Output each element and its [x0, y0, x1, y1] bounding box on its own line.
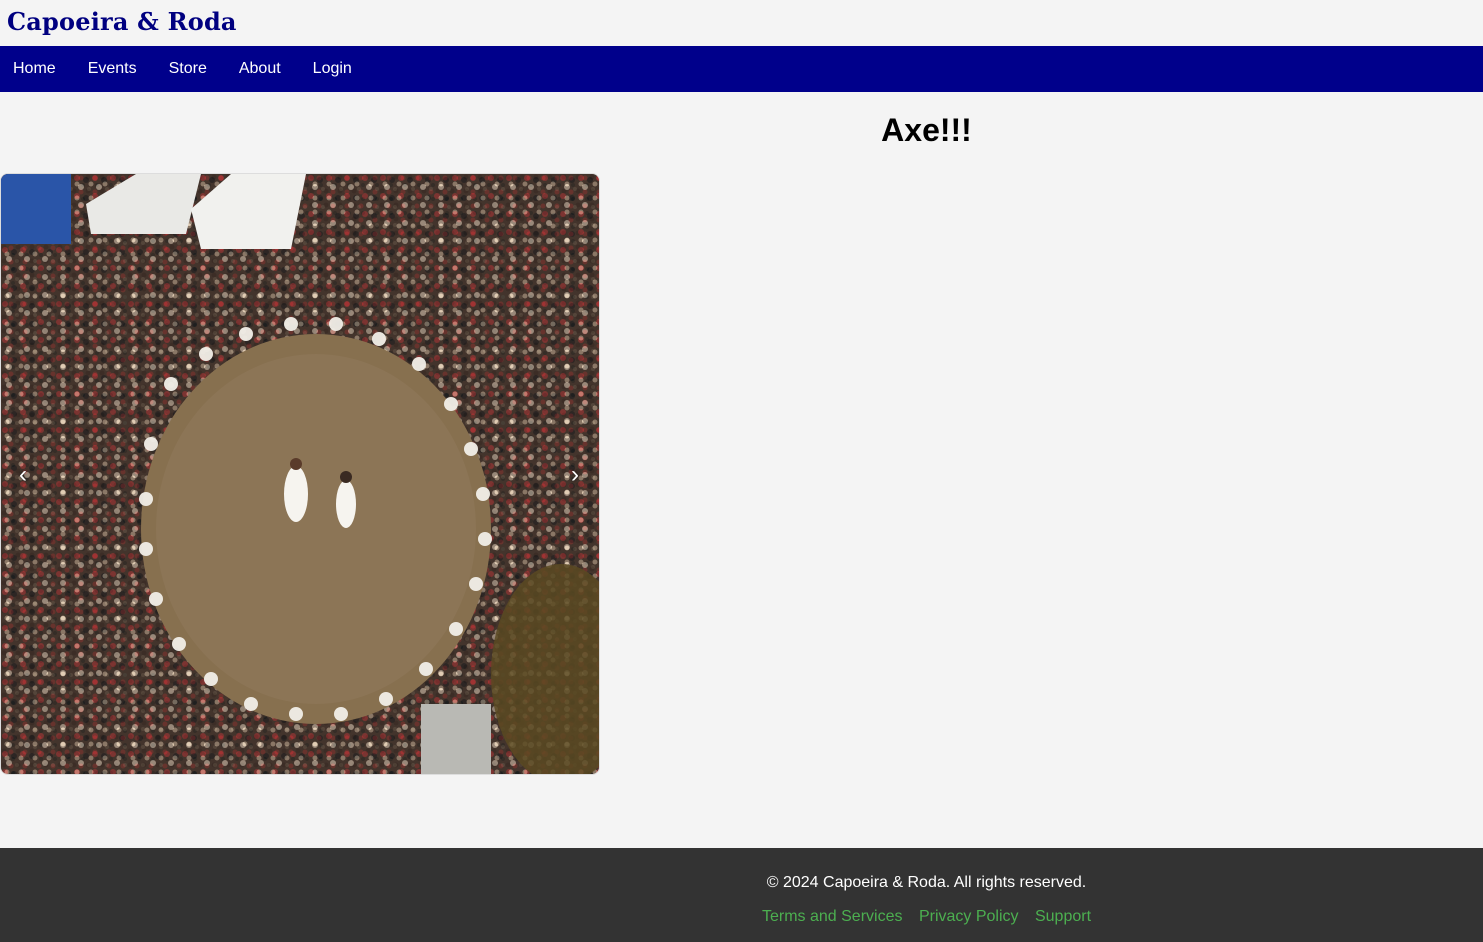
site-header: Capoeira & Roda: [0, 0, 1483, 46]
main-nav: Home Events Store About Login: [0, 46, 1483, 92]
carousel-prev-button[interactable]: ‹: [9, 460, 37, 490]
copyright-text: © 2024 Capoeira & Roda. All rights reser…: [766, 874, 1087, 891]
footer-link-support[interactable]: Support: [1035, 908, 1091, 925]
image-carousel: ‹ ›: [0, 173, 600, 775]
site-logo-text[interactable]: Capoeira & Roda: [7, 8, 1476, 36]
carousel-next-button[interactable]: ›: [561, 460, 589, 490]
nav-item-home[interactable]: Home: [13, 60, 56, 78]
footer-links: Terms and Services Privacy Policy Suppor…: [620, 908, 1233, 926]
footer-link-privacy[interactable]: Privacy Policy: [919, 908, 1019, 925]
nav-item-about[interactable]: About: [239, 60, 281, 78]
chevron-right-icon: ›: [571, 461, 579, 488]
site-footer: © 2024 Capoeira & Roda. All rights reser…: [0, 848, 1483, 942]
footer-link-terms[interactable]: Terms and Services: [762, 908, 903, 925]
chevron-left-icon: ‹: [19, 461, 27, 488]
page-title: Axe!!!: [881, 112, 972, 148]
nav-item-store[interactable]: Store: [169, 60, 207, 78]
nav-item-login[interactable]: Login: [313, 60, 352, 78]
nav-item-events[interactable]: Events: [88, 60, 137, 78]
carousel-image-capoeira-roda: [1, 174, 599, 774]
